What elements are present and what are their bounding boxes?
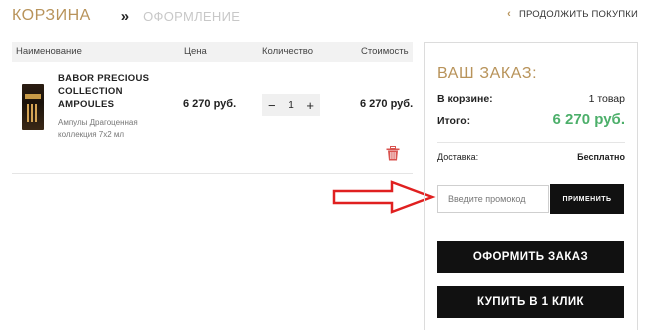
buy-one-click-button[interactable]: КУПИТЬ В 1 КЛИК — [437, 286, 624, 318]
chevron-left-icon: ‹ — [507, 8, 511, 20]
summary-divider — [437, 142, 625, 143]
summary-total-label: Итого: — [437, 115, 471, 127]
summary-cart-label: В корзине: — [437, 93, 493, 105]
summary-total-value: 6 270 руб. — [552, 111, 625, 128]
step-separator: » — [120, 7, 130, 25]
promo-code-input[interactable] — [437, 185, 549, 213]
quantity-increase-button[interactable]: + — [306, 99, 314, 112]
summary-delivery: Доставка: Бесплатно — [437, 152, 625, 162]
quantity-stepper: − 1 + — [262, 94, 320, 116]
product-name[interactable]: BABOR PRECIOUS COLLECTION AMPOULES — [58, 72, 168, 111]
product-image[interactable] — [22, 84, 44, 130]
continue-shopping-link[interactable]: ‹ ПРОДОЛЖИТЬ ПОКУПКИ — [507, 8, 638, 20]
step-cart: КОРЗИНА — [12, 7, 91, 24]
summary-cart-count: В корзине: 1 товар — [437, 93, 625, 105]
cart-table-header: Наименование Цена Количество Стоимость — [12, 42, 413, 62]
column-quantity: Количество — [262, 46, 314, 57]
checkout-button[interactable]: ОФОРМИТЬ ЗАКАЗ — [437, 241, 624, 273]
product-price: 6 270 руб. — [183, 98, 237, 110]
quantity-decrease-button[interactable]: − — [268, 99, 276, 112]
continue-shopping-label: ПРОДОЛЖИТЬ ПОКУПКИ — [518, 8, 638, 20]
apply-promo-button[interactable]: ПРИМЕНИТЬ — [550, 184, 624, 214]
summary-delivery-label: Доставка: — [437, 152, 479, 162]
step-checkout[interactable]: ОФОРМЛЕНИЕ — [143, 9, 240, 24]
trash-icon[interactable] — [386, 146, 400, 161]
summary-total: Итого: 6 270 руб. — [437, 111, 625, 128]
summary-delivery-value: Бесплатно — [577, 152, 625, 162]
order-summary-title: ВАШ ЗАКАЗ: — [437, 65, 538, 82]
product-description: Ампулы Драгоценная коллекция 7х2 мл — [58, 118, 138, 139]
quantity-value[interactable]: 1 — [288, 100, 294, 111]
checkout-steps: КОРЗИНА » ОФОРМЛЕНИЕ — [12, 6, 240, 26]
column-total: Стоимость — [361, 46, 409, 57]
arrow-right-icon — [332, 180, 436, 214]
summary-cart-value: 1 товар — [588, 93, 625, 105]
cart-row-divider — [12, 173, 413, 174]
product-image-vials — [27, 104, 29, 122]
column-name: Наименование — [16, 46, 82, 57]
product-image-band — [25, 94, 41, 99]
order-summary-panel: ВАШ ЗАКАЗ: В корзине: 1 товар Итого: 6 2… — [424, 42, 638, 330]
product-line-total: 6 270 руб. — [360, 98, 414, 110]
column-price: Цена — [184, 46, 207, 57]
